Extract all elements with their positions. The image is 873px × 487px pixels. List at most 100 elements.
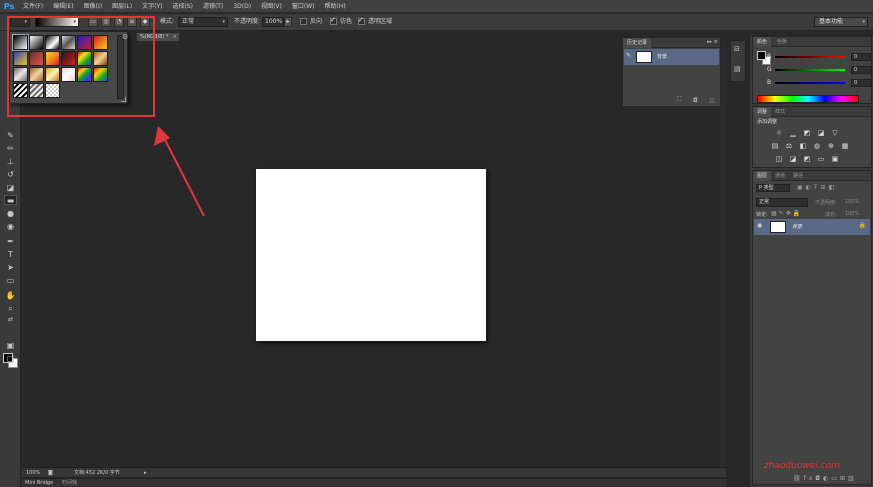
menu-help[interactable]: 帮助(H) <box>320 0 351 13</box>
tab-history[interactable]: 历史记录 <box>623 38 652 48</box>
opacity-value: 100% <box>265 18 283 25</box>
workspace-value: 基本功能 <box>819 18 844 25</box>
gradient-map-icon[interactable]: ▭ <box>817 155 825 163</box>
gradient-tool-icon[interactable]: ▬ <box>4 195 17 205</box>
camera-icon[interactable]: ◘ <box>693 97 698 104</box>
close-icon[interactable]: × <box>173 33 177 41</box>
mode-select[interactable]: 正常 ▾ <box>178 17 228 27</box>
black-white-icon[interactable]: ◧ <box>799 142 807 150</box>
curves-icon[interactable]: ◩ <box>803 129 811 137</box>
type-tool-icon[interactable]: T <box>4 250 17 260</box>
zoom-tool-icon[interactable]: ⌕ <box>4 304 17 314</box>
history-panel-icon[interactable]: ⊟ <box>734 45 740 53</box>
red-track[interactable] <box>775 56 845 58</box>
spot-healing-icon[interactable]: ✎ <box>4 131 17 141</box>
swap-colors-icon[interactable]: ⇄ <box>4 315 17 325</box>
zoom-level[interactable]: 100% <box>26 469 40 477</box>
blue-track[interactable] <box>775 82 845 84</box>
panel-menu-icon[interactable]: ≡ <box>714 39 718 45</box>
add-adjustment-title: 添加调整 <box>757 119 778 125</box>
fill-value[interactable]: 100% <box>845 211 859 217</box>
dither-checkbox[interactable] <box>330 16 337 25</box>
color-spectrum-bar[interactable] <box>757 95 859 103</box>
eye-icon[interactable]: ◉ <box>757 222 762 229</box>
tab-adjustments[interactable]: 调整 <box>753 107 772 117</box>
menu-layer[interactable]: 图层(L) <box>107 0 137 13</box>
photo-filter-icon[interactable]: ◍ <box>813 142 821 150</box>
history-item[interactable]: ✎ 背景 <box>624 49 719 65</box>
blend-mode-select[interactable]: 正常 <box>756 198 808 207</box>
tab-layers[interactable]: 图层 <box>753 171 772 181</box>
layer-name[interactable]: 背景 <box>792 223 802 230</box>
blue-value[interactable]: 0 <box>851 79 871 87</box>
red-value[interactable]: 0 <box>851 53 871 61</box>
layer-row[interactable]: ◉ 背景 🔒 <box>754 219 870 235</box>
brightness-contrast-icon[interactable]: ☼ <box>775 129 783 137</box>
dodge-tool-icon[interactable]: ◉ <box>4 222 17 232</box>
hand-tool-icon[interactable]: ✋ <box>4 291 17 301</box>
status-icon[interactable]: ◙ <box>48 469 53 477</box>
opacity-input[interactable]: 100% <box>262 17 284 27</box>
levels-icon[interactable]: ▁ <box>789 129 797 137</box>
watermark-text: zhaoduowei.com <box>764 461 840 471</box>
timeline-tab[interactable]: 时间轴 <box>62 479 77 487</box>
posterize-icon[interactable]: ◪ <box>789 155 797 163</box>
tab-paths[interactable]: 路径 <box>789 171 807 181</box>
menu-bar: Ps 文件(F) 编辑(E) 图像(I) 图层(L) 文字(Y) 选择(S) 滤… <box>0 0 873 13</box>
brush-tool-icon[interactable]: ✏ <box>4 144 17 154</box>
menu-select[interactable]: 选择(S) <box>167 0 198 13</box>
menu-window[interactable]: 窗口(W) <box>287 0 320 13</box>
menu-edit[interactable]: 编辑(E) <box>48 0 78 13</box>
lock-icons[interactable]: ▦✎✥🔒 <box>771 210 802 217</box>
transparency-checkbox[interactable] <box>358 16 365 25</box>
clone-stamp-icon[interactable]: ⊥ <box>4 157 17 167</box>
menu-image[interactable]: 图像(I) <box>79 0 107 13</box>
history-brush-source-icon[interactable]: ✎ <box>626 52 631 59</box>
properties-panel-icon[interactable]: ▤ <box>734 65 741 73</box>
trash-icon[interactable]: ▥ <box>709 97 715 104</box>
tab-swatches[interactable]: 色板 <box>773 37 791 47</box>
tab-styles[interactable]: 样式 <box>771 107 789 117</box>
reverse-checkbox[interactable] <box>300 18 307 25</box>
workspace-select[interactable]: 基本功能 ▾ <box>814 17 868 27</box>
new-document-from-state-icon[interactable]: ⛶ <box>677 96 681 104</box>
rectangle-tool-icon[interactable]: ▭ <box>4 276 17 286</box>
vibrance-icon[interactable]: ▽ <box>831 129 839 137</box>
color-lookup-icon[interactable]: ▦ <box>841 142 849 150</box>
selective-color-icon[interactable]: ▣ <box>831 155 839 163</box>
menu-view[interactable]: 视图(V) <box>256 0 287 13</box>
menu-type[interactable]: 文字(Y) <box>137 0 167 13</box>
eraser-tool-icon[interactable]: ◪ <box>4 183 17 193</box>
layer-opacity-value[interactable]: 100% <box>845 199 859 205</box>
path-selection-icon[interactable]: ➤ <box>4 263 17 273</box>
opacity-slider-button[interactable]: ▸ <box>284 17 292 27</box>
channel-mixer-icon[interactable]: ⊕ <box>827 142 835 150</box>
tab-channels[interactable]: 通道 <box>771 171 789 181</box>
layer-action-icons[interactable]: ⛓fx◘◐▭⊞▥ <box>793 475 857 482</box>
tab-color[interactable]: 颜色 <box>753 37 772 47</box>
quick-mask-icon[interactable]: ▣ <box>4 341 17 351</box>
foreground-color-chip[interactable] <box>757 51 766 60</box>
hue-saturation-icon[interactable]: ▤ <box>771 142 779 150</box>
threshold-icon[interactable]: ◩ <box>803 155 811 163</box>
invert-icon[interactable]: ◫ <box>775 155 783 163</box>
green-label: G <box>767 66 772 73</box>
lock-icon: 🔒 <box>858 222 866 229</box>
menu-filter[interactable]: 滤镜(T) <box>198 0 228 13</box>
layer-kind-filter[interactable]: P 类型 <box>756 184 790 192</box>
exposure-icon[interactable]: ◪ <box>817 129 825 137</box>
mini-bridge-tab[interactable]: Mini Bridge <box>25 479 53 487</box>
menu-3d[interactable]: 3D(D) <box>228 0 256 13</box>
document-canvas[interactable] <box>256 169 486 341</box>
green-track[interactable] <box>775 69 845 71</box>
pen-tool-icon[interactable]: ✒ <box>4 237 17 247</box>
blur-tool-icon[interactable]: ● <box>4 209 17 219</box>
color-balance-icon[interactable]: ⚖ <box>785 142 793 150</box>
status-menu-arrow-icon[interactable]: ▸ <box>144 469 147 477</box>
layer-filter-icons[interactable]: ▣◐T⊞◧ <box>797 184 837 191</box>
collapse-icon[interactable]: ▸▸ <box>707 39 712 45</box>
green-value[interactable]: 0 <box>851 66 871 74</box>
history-brush-icon[interactable]: ↺ <box>4 170 17 180</box>
menu-file[interactable]: 文件(F) <box>18 0 48 13</box>
screen-mode-icon[interactable]: ▢ <box>4 354 17 364</box>
